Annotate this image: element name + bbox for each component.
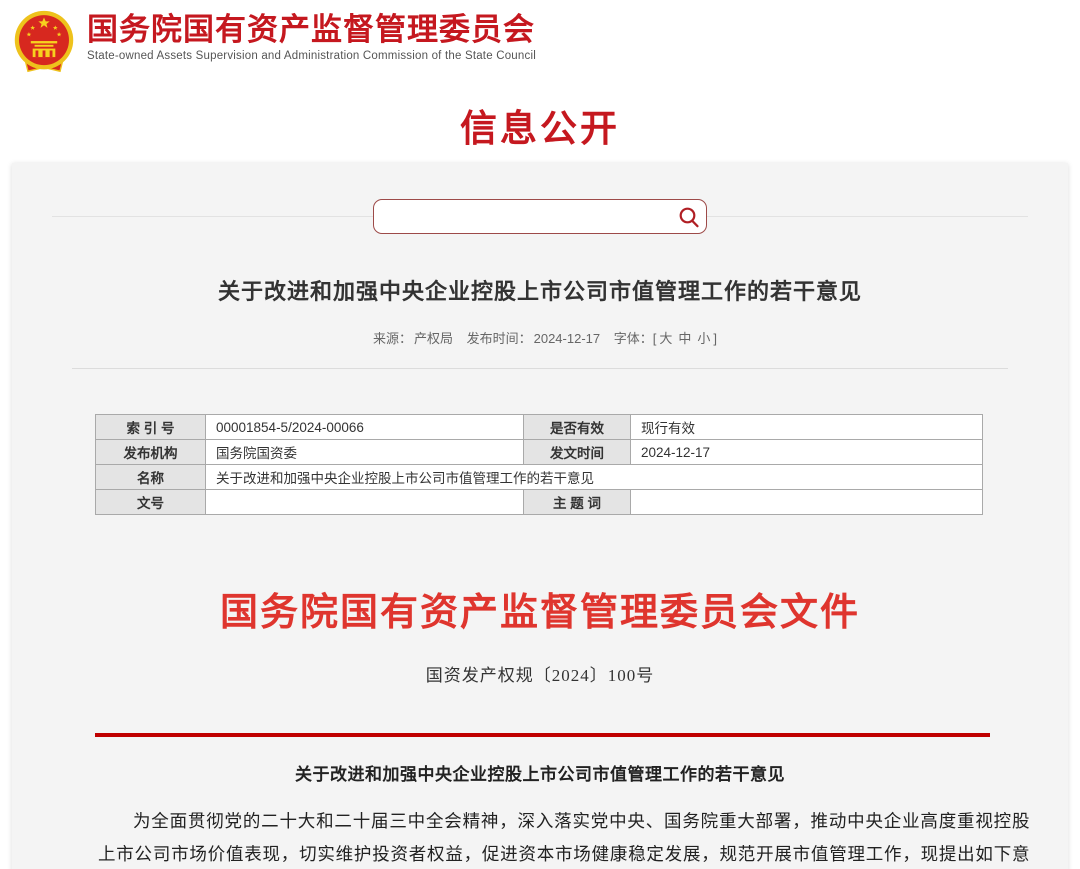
search-input[interactable] (374, 200, 672, 233)
field-value-issue-date: 2024-12-17 (631, 440, 983, 465)
table-row: 文号 主 题 词 (96, 490, 983, 515)
document-letterhead: 国务院国有资产监督管理委员会文件 (12, 591, 1068, 635)
publish-date-label: 发布时间： (467, 331, 532, 346)
search-row (12, 199, 1068, 234)
font-size-large-button[interactable]: 大 (659, 331, 672, 346)
field-value-doc-number (206, 490, 524, 515)
table-row: 名称 关于改进和加强中央企业控股上市公司市值管理工作的若干意见 (96, 465, 983, 490)
field-label-validity: 是否有效 (524, 415, 631, 440)
document-paragraph: 为全面贯彻党的二十大和二十届三中全会精神，深入落实党中央、国务院重大部署，推动中… (98, 805, 1030, 869)
content-panel: 关于改进和加强中央企业控股上市公司市值管理工作的若干意见 来源：产权局 发布时间… (12, 163, 1068, 869)
field-label-issuing-agency: 发布机构 (96, 440, 206, 465)
font-size-small-button[interactable]: 小 (697, 331, 710, 346)
field-label-index-number: 索 引 号 (96, 415, 206, 440)
field-label-subject-words: 主 题 词 (524, 490, 631, 515)
search-icon[interactable] (672, 200, 706, 233)
source-label: 来源： (373, 331, 412, 346)
font-size-medium-button[interactable]: 中 (678, 331, 691, 346)
bracket-close: ] (713, 331, 717, 346)
page-title: 信息公开 (0, 108, 1080, 150)
article-meta: 来源：产权局 发布时间：2024-12-17 字体：[大中小] (12, 328, 1068, 347)
document-title: 关于改进和加强中央企业控股上市公司市值管理工作的若干意见 (12, 760, 1068, 785)
font-size-label: 字体： (614, 331, 653, 346)
table-row: 发布机构 国务院国资委 发文时间 2024-12-17 (96, 440, 983, 465)
site-header: 国务院国有资产监督管理委员会 State-owned Assets Superv… (0, 0, 1080, 80)
field-label-doc-number: 文号 (96, 490, 206, 515)
national-emblem-icon (10, 9, 78, 75)
letterhead-red-rule (95, 733, 990, 737)
meta-divider-line (72, 368, 1008, 369)
field-value-index-number: 00001854-5/2024-00066 (206, 415, 524, 440)
field-value-validity: 现行有效 (631, 415, 983, 440)
search-box[interactable] (373, 199, 707, 234)
publish-date-value: 2024-12-17 (534, 331, 601, 346)
document-number: 国资发产权规〔2024〕100号 (12, 661, 1068, 686)
article-title: 关于改进和加强中央企业控股上市公司市值管理工作的若干意见 (12, 278, 1068, 306)
site-title: 国务院国有资产监督管理委员会 (87, 12, 536, 48)
field-value-issuing-agency: 国务院国资委 (206, 440, 524, 465)
field-label-issue-date: 发文时间 (524, 440, 631, 465)
bracket-open: [ (653, 331, 657, 346)
field-label-name: 名称 (96, 465, 206, 490)
site-subtitle: State-owned Assets Supervision and Admin… (87, 50, 536, 62)
field-value-name: 关于改进和加强中央企业控股上市公司市值管理工作的若干意见 (206, 465, 983, 490)
table-row: 索 引 号 00001854-5/2024-00066 是否有效 现行有效 (96, 415, 983, 440)
document-info-table: 索 引 号 00001854-5/2024-00066 是否有效 现行有效 发布… (95, 414, 983, 515)
field-value-subject-words (631, 490, 983, 515)
source-value: 产权局 (414, 331, 453, 346)
